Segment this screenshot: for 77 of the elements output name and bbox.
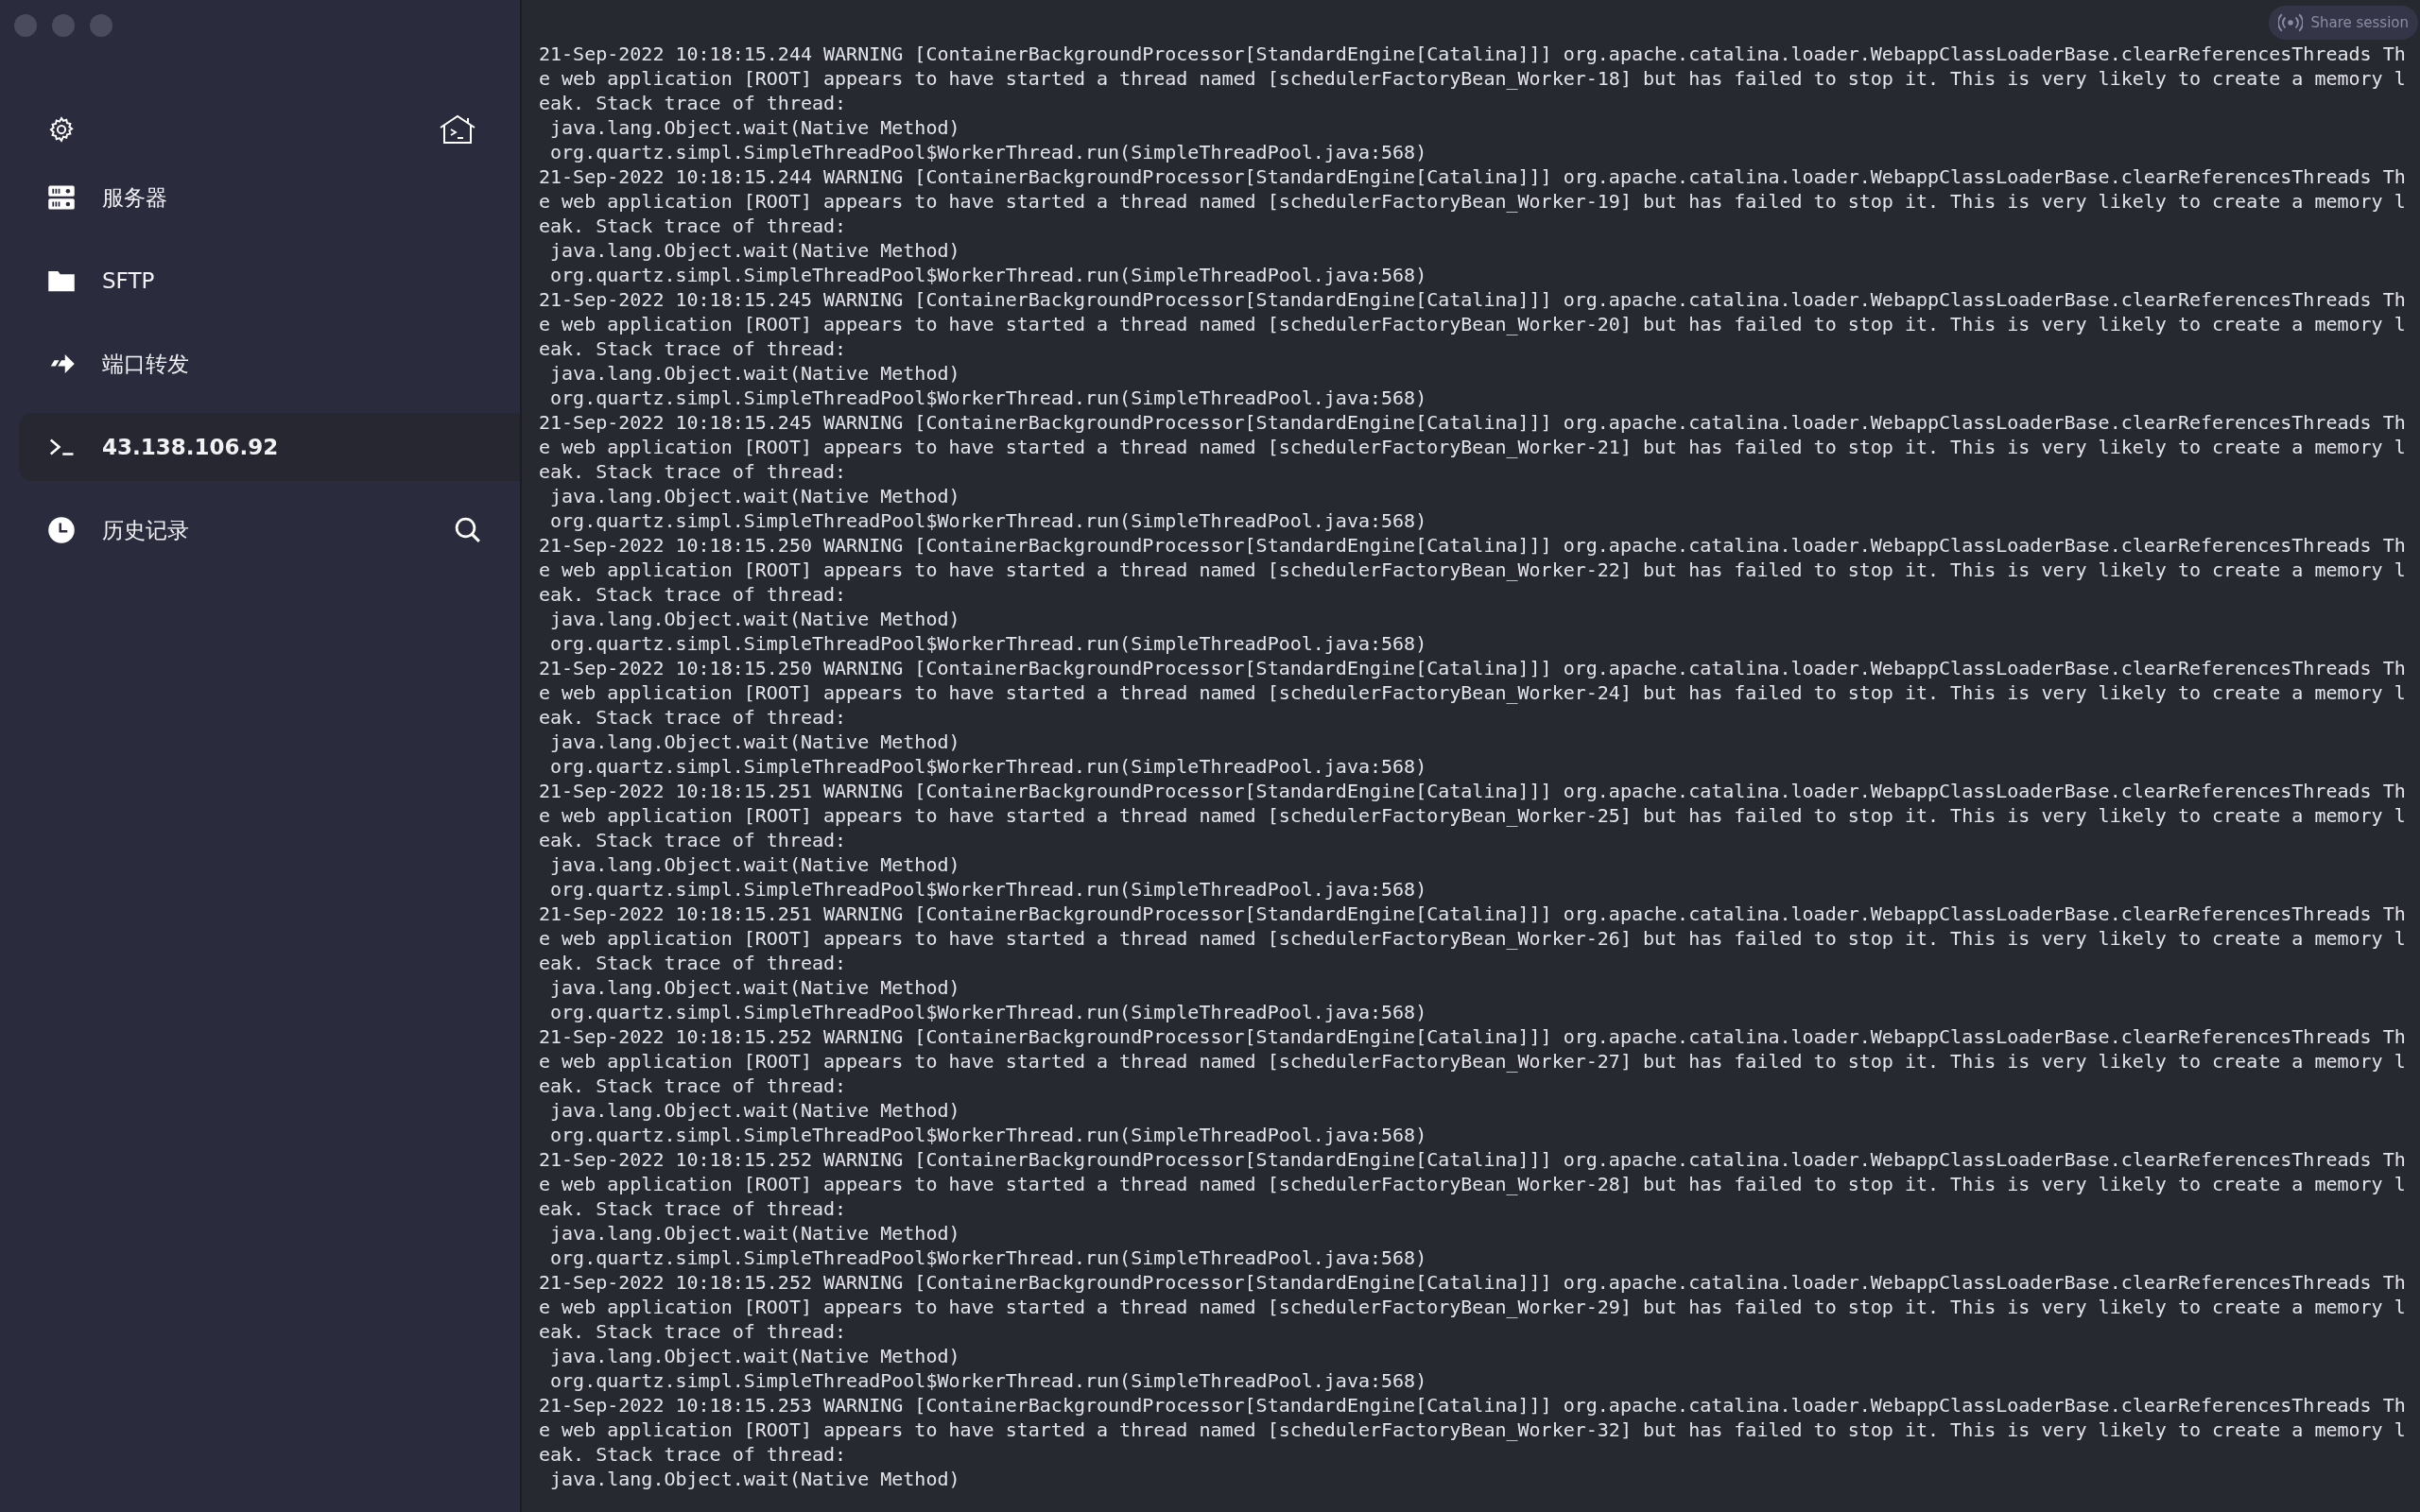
terminal-line: java.lang.Object.wait(Native Method) — [549, 852, 961, 877]
terminal-line: e web application [ROOT] appears to have started a thread named [schedulerFactoryBean_Worker-20] but has failed to stop it. This is very likely to create a memory l — [539, 312, 2407, 336]
terminal-line: org.quartz.simpl.SimpleThreadPool$WorkerThread.run(SimpleThreadPool.java:568) — [549, 140, 1428, 164]
terminal-line: java.lang.Object.wait(Native Method) — [549, 1344, 961, 1368]
terminal-line: 21-Sep-2022 10:18:15.252 WARNING [ContainerBackgroundProcessor[StandardEngine[Catalina]]] org.apache.catalina.loader.WebappClassLoaderBase.clearReferencesThreads Th — [539, 1270, 2407, 1295]
terminal-line: e web application [ROOT] appears to have started a thread named [schedulerFactoryBean_Worker-22] but has failed to stop it. This is very likely to create a memory l — [539, 558, 2407, 582]
terminal-line: org.quartz.simpl.SimpleThreadPool$WorkerThread.run(SimpleThreadPool.java:568) — [549, 1246, 1428, 1270]
terminal-line: 21-Sep-2022 10:18:15.252 WARNING [ContainerBackgroundProcessor[StandardEngine[Catalina]]] org.apache.catalina.loader.WebappClassLoaderBase.clearReferencesThreads Th — [539, 1024, 2407, 1049]
terminal-line: java.lang.Object.wait(Native Method) — [549, 975, 961, 1000]
terminal-line: org.quartz.simpl.SimpleThreadPool$WorkerThread.run(SimpleThreadPool.java:568) — [549, 508, 1428, 533]
terminal-line: eak. Stack trace of thread: — [539, 1196, 848, 1221]
sidebar-item[interactable]: 端口转发 — [19, 330, 520, 398]
sidebar-item-label: SFTP — [102, 268, 156, 293]
terminal-line: java.lang.Object.wait(Native Method) — [549, 1098, 961, 1123]
terminal-line: 21-Sep-2022 10:18:15.251 WARNING [ContainerBackgroundProcessor[StandardEngine[Catalina]]] org.apache.catalina.loader.WebappClassLoaderBase.clearReferencesThreads Th — [539, 779, 2407, 803]
terminal-line: e web application [ROOT] appears to have started a thread named [schedulerFactoryBean_Worker-21] but has failed to stop it. This is very likely to create a memory l — [539, 435, 2407, 459]
terminal-line: org.quartz.simpl.SimpleThreadPool$WorkerThread.run(SimpleThreadPool.java:568) — [549, 877, 1428, 902]
sidebar-item-label: 历史记录 — [102, 516, 190, 544]
terminal-line: 21-Sep-2022 10:18:15.252 WARNING [ContainerBackgroundProcessor[StandardEngine[Catalina]]] org.apache.catalina.loader.WebappClassLoaderBase.clearReferencesThreads Th — [539, 1147, 2407, 1172]
terminal-line: java.lang.Object.wait(Native Method) — [549, 730, 961, 754]
terminal-line: e web application [ROOT] appears to have started a thread named [schedulerFactoryBean_Worker-19] but has failed to stop it. This is very likely to create a memory l — [539, 189, 2407, 214]
terminal-line: eak. Stack trace of thread: — [539, 1319, 848, 1344]
terminal-line: e web application [ROOT] appears to have started a thread named [schedulerFactoryBean_Worker-26] but has failed to stop it. This is very likely to create a memory l — [539, 926, 2407, 951]
terminal-line: java.lang.Object.wait(Native Method) — [549, 1467, 961, 1491]
terminal-line: java.lang.Object.wait(Native Method) — [549, 1221, 961, 1246]
sidebar-item[interactable]: 服务器 — [19, 163, 520, 232]
terminal-line: eak. Stack trace of thread: — [539, 705, 848, 730]
terminal-line: 21-Sep-2022 10:18:15.253 WARNING [ContainerBackgroundProcessor[StandardEngine[Catalina]]] org.apache.catalina.loader.WebappClassLoaderBase.clearReferencesThreads Th — [539, 1393, 2407, 1418]
terminal-line: java.lang.Object.wait(Native Method) — [549, 115, 961, 140]
clock-icon — [47, 516, 76, 544]
terminal[interactable] — [522, 0, 2420, 1512]
sidebar-item[interactable]: 43.138.106.92 — [19, 413, 520, 481]
sidebar-item[interactable]: SFTP — [19, 247, 520, 315]
terminal-line: java.lang.Object.wait(Native Method) — [549, 238, 961, 263]
terminal-line: e web application [ROOT] appears to have started a thread named [schedulerFactoryBean_Worker-27] but has failed to stop it. This is very likely to create a memory l — [539, 1049, 2407, 1074]
terminal-line: org.quartz.simpl.SimpleThreadPool$WorkerThread.run(SimpleThreadPool.java:568) — [549, 1123, 1428, 1147]
terminal-line: org.quartz.simpl.SimpleThreadPool$WorkerThread.run(SimpleThreadPool.java:568) — [549, 1000, 1428, 1024]
terminal-line: 21-Sep-2022 10:18:15.244 WARNING [ContainerBackgroundProcessor[StandardEngine[Catalina]]] org.apache.catalina.loader.WebappClassLoaderBase.clearReferencesThreads Th — [539, 164, 2407, 189]
settings-icon[interactable] — [47, 115, 76, 144]
terminal-home-icon[interactable] — [439, 114, 476, 145]
terminal-line: eak. Stack trace of thread: — [539, 336, 848, 361]
terminal-line: org.quartz.simpl.SimpleThreadPool$WorkerThread.run(SimpleThreadPool.java:568) — [549, 631, 1428, 656]
terminal-line: e web application [ROOT] appears to have started a thread named [schedulerFactoryBean_Worker-24] but has failed to stop it. This is very likely to create a memory l — [539, 680, 2407, 705]
terminal-line: java.lang.Object.wait(Native Method) — [549, 607, 961, 631]
terminal-line: 21-Sep-2022 10:18:15.245 WARNING [ContainerBackgroundProcessor[StandardEngine[Catalina]]] org.apache.catalina.loader.WebappClassLoaderBase.clearReferencesThreads Th — [539, 287, 2407, 312]
terminal-line: eak. Stack trace of thread: — [539, 582, 848, 607]
terminal-line: eak. Stack trace of thread: — [539, 459, 848, 484]
terminal-line: org.quartz.simpl.SimpleThreadPool$WorkerThread.run(SimpleThreadPool.java:568) — [549, 754, 1428, 779]
terminal-line: 21-Sep-2022 10:18:15.244 WARNING [ContainerBackgroundProcessor[StandardEngine[Catalina]]] org.apache.catalina.loader.WebappClassLoaderBase.clearReferencesThreads Th — [539, 42, 2407, 66]
terminal-line: eak. Stack trace of thread: — [539, 91, 848, 115]
terminal-line: e web application [ROOT] appears to have started a thread named [schedulerFactoryBean_Worker-29] but has failed to stop it. This is very likely to create a memory l — [539, 1295, 2407, 1319]
terminal-line: eak. Stack trace of thread: — [539, 1074, 848, 1098]
terminal-line: org.quartz.simpl.SimpleThreadPool$WorkerThread.run(SimpleThreadPool.java:568) — [549, 1368, 1428, 1393]
terminal-line: e web application [ROOT] appears to have started a thread named [schedulerFactoryBean_Worker-18] but has failed to stop it. This is very likely to create a memory l — [539, 66, 2407, 91]
terminal-line: eak. Stack trace of thread: — [539, 951, 848, 975]
terminal-line: java.lang.Object.wait(Native Method) — [549, 484, 961, 508]
broadcast-icon — [2278, 12, 2304, 33]
search-icon[interactable] — [454, 516, 482, 544]
sidebar-item-label: 服务器 — [102, 183, 168, 212]
sidebar-item-label: 端口转发 — [102, 350, 190, 378]
terminal-line: org.quartz.simpl.SimpleThreadPool$WorkerThread.run(SimpleThreadPool.java:568) — [549, 263, 1428, 287]
sidebar-item-label: 43.138.106.92 — [102, 435, 280, 459]
terminal-line: e web application [ROOT] appears to have started a thread named [schedulerFactoryBean_Worker-32] but has failed to stop it. This is very likely to create a memory l — [539, 1418, 2407, 1442]
terminal-line: 21-Sep-2022 10:18:15.250 WARNING [ContainerBackgroundProcessor[StandardEngine[Catalina]]] org.apache.catalina.loader.WebappClassLoaderBase.clearReferencesThreads Th — [539, 533, 2407, 558]
terminal-line: 21-Sep-2022 10:18:15.251 WARNING [ContainerBackgroundProcessor[StandardEngine[Catalina]]] org.apache.catalina.loader.WebappClassLoaderBase.clearReferencesThreads Th — [539, 902, 2407, 926]
server-icon — [47, 183, 76, 212]
terminal-line: e web application [ROOT] appears to have started a thread named [schedulerFactoryBean_Worker-25] but has failed to stop it. This is very likely to create a memory l — [539, 803, 2407, 828]
terminal-line: java.lang.Object.wait(Native Method) — [549, 361, 961, 386]
terminal-line: eak. Stack trace of thread: — [539, 1442, 848, 1467]
share-session-button[interactable]: Share session — [2269, 6, 2418, 40]
terminal-line: 21-Sep-2022 10:18:15.250 WARNING [ContainerBackgroundProcessor[StandardEngine[Catalina]]] org.apache.catalina.loader.WebappClassLoaderBase.clearReferencesThreads Th — [539, 656, 2407, 680]
terminal-line: eak. Stack trace of thread: — [539, 214, 848, 238]
terminal-line: 21-Sep-2022 10:18:15.245 WARNING [ContainerBackgroundProcessor[StandardEngine[Catalina]]] org.apache.catalina.loader.WebappClassLoaderBase.clearReferencesThreads Th — [539, 410, 2407, 435]
terminal-line: e web application [ROOT] appears to have started a thread named [schedulerFactoryBean_Worker-28] but has failed to stop it. This is very likely to create a memory l — [539, 1172, 2407, 1196]
terminal-line: org.quartz.simpl.SimpleThreadPool$WorkerThread.run(SimpleThreadPool.java:568) — [549, 386, 1428, 410]
terminal-line: eak. Stack trace of thread: — [539, 828, 848, 852]
sidebar-item[interactable]: 历史记录 — [19, 496, 520, 564]
